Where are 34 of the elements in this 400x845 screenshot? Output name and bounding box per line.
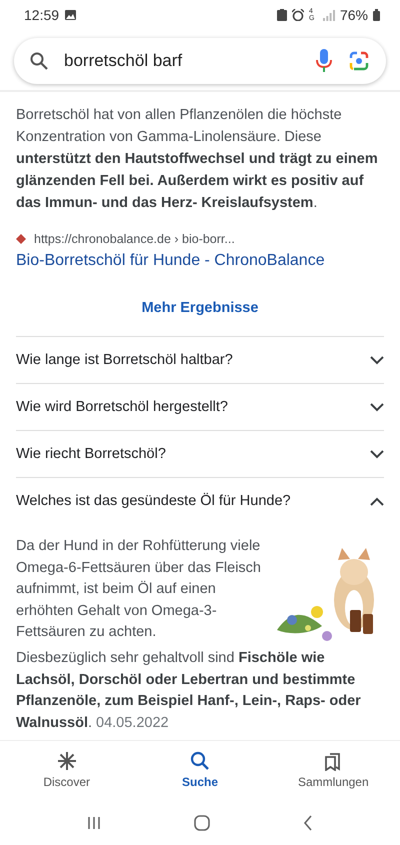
search-icon <box>190 751 210 771</box>
microphone-icon[interactable] <box>316 49 332 73</box>
question-row[interactable]: Wie wird Borretschöl hergestellt? <box>16 384 384 431</box>
more-results-button[interactable]: Mehr Ergebnisse <box>134 294 266 322</box>
nav-tab[interactable]: Sammlungen <box>266 741 400 801</box>
signal-icon <box>322 10 335 20</box>
chevron-down-icon <box>370 356 384 364</box>
question-row[interactable]: Wie lange ist Borretschöl haltbar? <box>16 337 384 384</box>
nav-tab[interactable]: Suche <box>133 741 267 801</box>
answer-text: Da der Hund in der Rohfütterung viele Omega-6-Fettsäuren über das Fleisch aufnimmt, ist beim Öl auf einen erhöhten Gehalt von Omega-3-Fettsäuren zu achten. <box>16 537 262 642</box>
battery-saver-icon <box>276 9 287 21</box>
battery-level: 76% <box>340 7 368 23</box>
sparkle-icon <box>56 751 77 771</box>
back-icon[interactable] <box>303 814 314 830</box>
chevron-down-icon <box>370 402 384 412</box>
result-url: https://chronobalance.de › bio-borr... <box>34 232 235 246</box>
result-title-link[interactable]: Bio-Borretschöl für Hunde - ChronoBalance <box>16 252 384 270</box>
search-field[interactable]: borretschöl barf <box>64 51 300 71</box>
search-icon <box>30 52 48 70</box>
recent-apps-icon[interactable] <box>86 816 101 830</box>
chevron-up-icon <box>370 496 384 506</box>
image-icon <box>65 10 76 20</box>
site-favicon <box>16 234 26 244</box>
answer-text: Diesbezüglich sehr gehaltvoll sind Fischöle wie Lachsöl, Dorschöl oder Lebertran und bestimmte Pflanzenöle, zum Beispiel Hanf-, Lein-, Raps- oder Walnussöl. 04.05.2022 <box>16 649 362 732</box>
chevron-down-icon <box>370 450 384 458</box>
battery-icon <box>373 9 380 21</box>
alarm-icon <box>292 9 304 21</box>
status-time: 12:59 <box>24 7 60 23</box>
camera-icon[interactable] <box>348 51 370 71</box>
result-snippet: Borretschöl hat von allen Pflanzenölen die höchste Konzentration von Gamma-Linolensäure. Diese unterstützt den Hautstoffwechsel und trägt zu einem glänzenden Fell bei. Außerdem wirkt es positiv auf das Immun- und das Herz- Kreislaufsystem. <box>16 106 379 213</box>
home-icon[interactable] <box>194 814 210 830</box>
question-row[interactable]: Wie riecht Borretschöl? <box>16 431 384 478</box>
nav-tab[interactable]: Discover <box>0 741 134 801</box>
question-row[interactable]: Welches ist das gesündeste Öl für Hunde? <box>16 478 384 524</box>
